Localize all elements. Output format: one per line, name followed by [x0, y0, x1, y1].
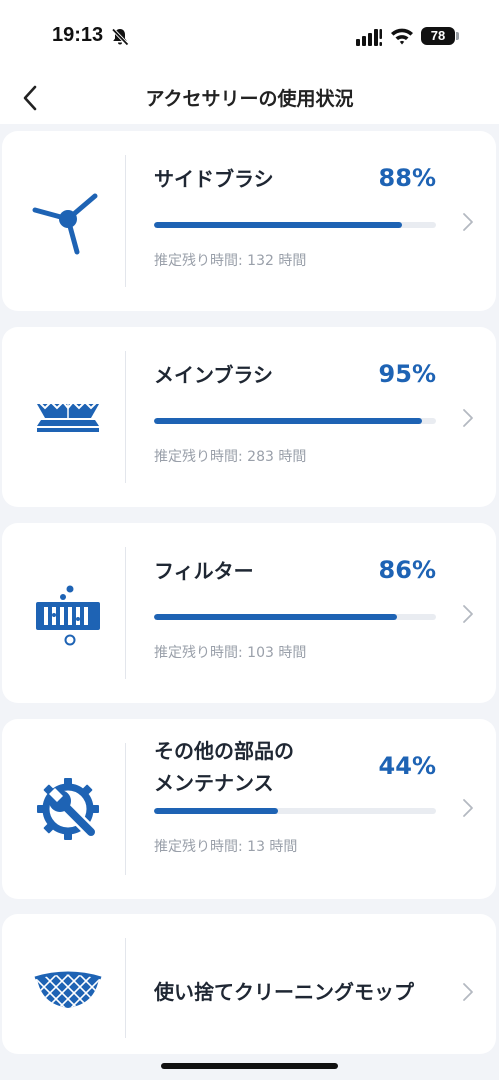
chevron-right-icon — [463, 409, 473, 427]
main-brush-icon — [20, 377, 116, 457]
card-divider — [125, 743, 126, 875]
remaining-time: 推定残り時間: 13 時間 — [154, 839, 298, 855]
accessory-name: その他の部品の メンテナンス — [154, 735, 294, 799]
progress-bar — [154, 808, 436, 814]
progress-fill — [154, 808, 279, 814]
accessory-percent: 95% — [378, 360, 436, 388]
accessory-name-line-1: その他の部品の — [154, 739, 294, 763]
accessory-name: フィルター — [154, 559, 254, 583]
chevron-right-icon — [463, 213, 473, 231]
chevron-right-icon — [463, 605, 473, 623]
accessory-card-side-brush[interactable]: サイドブラシ 88% 推定残り時間: 132 時間 — [2, 131, 496, 311]
progress-bar — [154, 222, 436, 228]
accessory-name: サイドブラシ — [154, 167, 274, 191]
disposable-mop-icon — [20, 950, 116, 1030]
card-divider — [125, 547, 126, 679]
progress-bar — [154, 614, 436, 620]
card-divider — [125, 351, 126, 483]
maintenance-gear-wrench-icon — [20, 769, 116, 849]
page-title: アクセサリーの使用状況 — [145, 88, 354, 110]
remaining-time: 推定残り時間: 132 時間 — [154, 253, 307, 269]
home-indicator — [161, 1063, 338, 1069]
progress-fill — [154, 418, 422, 424]
accessory-name: 使い捨てクリーニングモップ — [154, 980, 414, 1004]
back-button[interactable] — [12, 80, 48, 116]
progress-fill — [154, 222, 403, 228]
battery-tip — [456, 32, 459, 40]
accessory-percent: 86% — [378, 556, 436, 584]
accessory-card-main-brush[interactable]: メインブラシ 95% 推定残り時間: 283 時間 — [2, 327, 496, 507]
accessory-name-line-2: メンテナンス — [154, 771, 274, 795]
progress-fill — [154, 614, 397, 620]
remaining-time: 推定残り時間: 283 時間 — [154, 449, 307, 465]
wifi-icon — [391, 28, 413, 45]
accessory-percent: 88% — [378, 164, 436, 192]
accessory-card-filter[interactable]: フィルター 86% 推定残り時間: 103 時間 — [2, 523, 496, 703]
card-divider — [125, 938, 126, 1038]
accessory-card-maintenance[interactable]: その他の部品の メンテナンス 44% 推定残り時間: 13 時間 — [2, 719, 496, 899]
chevron-right-icon — [463, 799, 473, 817]
chevron-left-icon — [23, 85, 37, 111]
remaining-time: 推定残り時間: 103 時間 — [154, 645, 307, 661]
filter-icon — [20, 573, 116, 653]
battery-icon: 78 — [421, 27, 455, 45]
side-brush-icon — [20, 181, 116, 261]
nav-bar: アクセサリーの使用状況 — [0, 72, 499, 124]
accessory-card-disposable-mop[interactable]: 使い捨てクリーニングモップ — [2, 914, 496, 1054]
card-divider — [125, 155, 126, 287]
signal-icon — [356, 29, 382, 46]
status-bar: 19:13 78 — [0, 0, 499, 72]
accessory-percent: 44% — [378, 752, 436, 780]
status-time: 19:13 — [52, 24, 104, 46]
accessory-name: メインブラシ — [154, 363, 273, 387]
bell-slash-icon — [111, 28, 129, 46]
chevron-right-icon — [463, 983, 473, 1001]
progress-bar — [154, 418, 436, 424]
